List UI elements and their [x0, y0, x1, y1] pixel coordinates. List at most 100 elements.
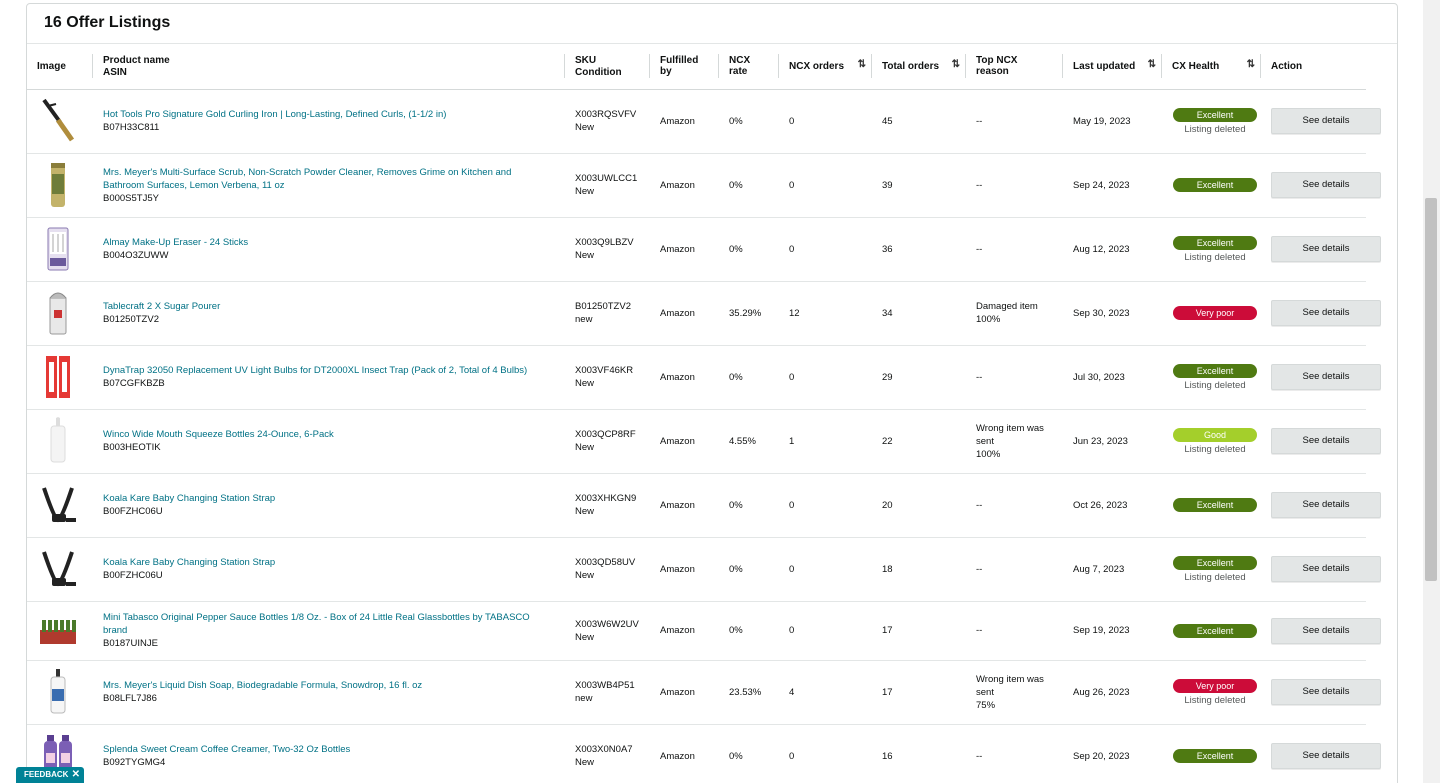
product-cell: Almay Make-Up Eraser - 24 Sticks B004O3Z…: [93, 217, 565, 282]
top-ncx-reason: --: [966, 601, 1063, 661]
total-orders: 20: [872, 473, 966, 538]
product-name-link[interactable]: Splenda Sweet Cream Coffee Creamer, Two-…: [103, 743, 555, 756]
fulfilled-by: Amazon: [650, 345, 719, 410]
product-name-link[interactable]: DynaTrap 32050 Replacement UV Light Bulb…: [103, 364, 555, 377]
see-details-button[interactable]: See details: [1271, 428, 1381, 454]
top-ncx-reason: --: [966, 217, 1063, 282]
fulfilled-by: Amazon: [650, 601, 719, 661]
sort-icon[interactable]: ⇅: [1247, 59, 1256, 70]
cx-health-cell: Good Listing deleted: [1162, 409, 1261, 474]
col-cx-health[interactable]: CX Health ⇅: [1162, 44, 1261, 90]
asin: B000S5TJ5Y: [103, 192, 159, 204]
condition: New: [575, 378, 595, 389]
changing-strap-icon[interactable]: [38, 544, 78, 594]
product-image-cell: [27, 281, 93, 346]
feedback-button[interactable]: FEEDBACK ✕: [16, 767, 84, 783]
product-cell: Splenda Sweet Cream Coffee Creamer, Two-…: [93, 724, 565, 783]
product-name-link[interactable]: Mrs. Meyer's Multi-Surface Scrub, Non-Sc…: [103, 166, 555, 192]
sku-cell: X003Q9LBZV New: [565, 217, 650, 282]
total-orders: 36: [872, 217, 966, 282]
cleaner-can-icon[interactable]: [38, 160, 78, 210]
see-details-button[interactable]: See details: [1271, 743, 1381, 769]
product-image-cell: [27, 537, 93, 602]
action-cell: See details: [1261, 281, 1381, 346]
sku: X003QCP8RF: [575, 429, 636, 440]
reason-line: --: [976, 179, 983, 191]
ncx-orders: 1: [779, 409, 872, 474]
product-cell: Winco Wide Mouth Squeeze Bottles 24-Ounc…: [93, 409, 565, 474]
product-name-link[interactable]: Koala Kare Baby Changing Station Strap: [103, 492, 555, 505]
see-details-button[interactable]: See details: [1271, 617, 1381, 644]
product-cell: Mrs. Meyer's Liquid Dish Soap, Biodegrad…: [93, 660, 565, 725]
sort-icon[interactable]: ⇅: [858, 59, 867, 70]
sugar-pourer-icon[interactable]: [38, 288, 78, 338]
col-total-orders[interactable]: Total orders ⇅: [872, 44, 966, 90]
cx-health-badge: Excellent: [1173, 555, 1257, 570]
product-name-link[interactable]: Almay Make-Up Eraser - 24 Sticks: [103, 236, 555, 249]
see-details-button[interactable]: See details: [1271, 300, 1381, 326]
last-updated: Sep 20, 2023: [1063, 724, 1162, 783]
last-updated: Aug 7, 2023: [1063, 537, 1162, 602]
sku: X003W6W2UV: [575, 618, 639, 630]
ncx-rate: 0%: [719, 217, 779, 282]
total-orders: 18: [872, 537, 966, 602]
action-cell: See details: [1261, 724, 1381, 783]
squeeze-bottle-icon[interactable]: [38, 416, 78, 466]
cx-health-cell: Excellent Listing deleted: [1162, 345, 1261, 410]
see-details-button[interactable]: See details: [1271, 556, 1381, 582]
ncx-orders: 12: [779, 281, 872, 346]
fulfilled-by: Amazon: [650, 724, 719, 783]
asin: B00FZHC06U: [103, 506, 163, 517]
see-details-button[interactable]: See details: [1271, 172, 1381, 198]
close-icon[interactable]: ✕: [72, 767, 80, 783]
col-fulfilled-by: Fulfilled by: [650, 44, 719, 90]
product-name-link[interactable]: Winco Wide Mouth Squeeze Bottles 24-Ounc…: [103, 428, 555, 441]
ncx-rate: 0%: [719, 153, 779, 218]
see-details-button[interactable]: See details: [1271, 108, 1381, 134]
action-cell: See details: [1261, 345, 1381, 410]
product-name-link[interactable]: Tablecraft 2 X Sugar Pourer: [103, 300, 555, 313]
ncx-rate: 23.53%: [719, 660, 779, 725]
product-name-link[interactable]: Mini Tabasco Original Pepper Sauce Bottl…: [103, 611, 555, 637]
product-name-link[interactable]: Koala Kare Baby Changing Station Strap: [103, 556, 555, 569]
scrollbar-thumb[interactable]: [1425, 198, 1437, 581]
col-ncx-rate: NCX rate: [719, 44, 779, 90]
dish-soap-icon[interactable]: [38, 667, 78, 717]
product-cell: Koala Kare Baby Changing Station Strap B…: [93, 473, 565, 538]
top-ncx-reason: Wrong item was sent 75%: [966, 660, 1063, 725]
asin: B092TYGMG4: [103, 757, 166, 768]
uv-bulbs-icon[interactable]: [38, 352, 78, 402]
col-last-updated[interactable]: Last updated ⇅: [1063, 44, 1162, 90]
listing-status: Listing deleted: [1184, 123, 1246, 135]
see-details-button[interactable]: See details: [1271, 236, 1381, 262]
sort-icon[interactable]: ⇅: [952, 59, 961, 70]
see-details-button[interactable]: See details: [1271, 492, 1381, 518]
condition: new: [575, 314, 593, 325]
top-ncx-reason: --: [966, 89, 1063, 154]
makeup-eraser-icon[interactable]: [38, 224, 78, 274]
condition: New: [575, 122, 595, 133]
sku: X003Q9LBZV: [575, 237, 634, 248]
product-name-link[interactable]: Mrs. Meyer's Liquid Dish Soap, Biodegrad…: [103, 679, 555, 692]
col-top-ncx-reason: Top NCX reason: [966, 44, 1063, 90]
cx-health-badge: Excellent: [1173, 623, 1257, 638]
changing-strap-icon[interactable]: [38, 480, 78, 530]
table-row: Koala Kare Baby Changing Station Strap B…: [27, 537, 1397, 602]
sauce-bottles-icon[interactable]: [38, 606, 78, 656]
condition: New: [575, 186, 595, 197]
product-cell: Tablecraft 2 X Sugar Pourer B01250TZV2: [93, 281, 565, 346]
cx-health-cell: Very poor: [1162, 281, 1261, 346]
last-updated: Oct 26, 2023: [1063, 473, 1162, 538]
see-details-button[interactable]: See details: [1271, 364, 1381, 390]
ncx-orders: 0: [779, 601, 872, 661]
top-ncx-reason: --: [966, 345, 1063, 410]
product-name-link[interactable]: Hot Tools Pro Signature Gold Curling Iro…: [103, 108, 555, 121]
see-details-button[interactable]: See details: [1271, 679, 1381, 705]
col-ncx-orders[interactable]: NCX orders ⇅: [779, 44, 872, 90]
last-updated: Sep 19, 2023: [1063, 601, 1162, 661]
fulfilled-by: Amazon: [650, 660, 719, 725]
condition: new: [575, 693, 593, 704]
asin: B004O3ZUWW: [103, 250, 169, 261]
curling-iron-icon[interactable]: [38, 96, 78, 146]
sort-icon[interactable]: ⇅: [1148, 59, 1157, 70]
